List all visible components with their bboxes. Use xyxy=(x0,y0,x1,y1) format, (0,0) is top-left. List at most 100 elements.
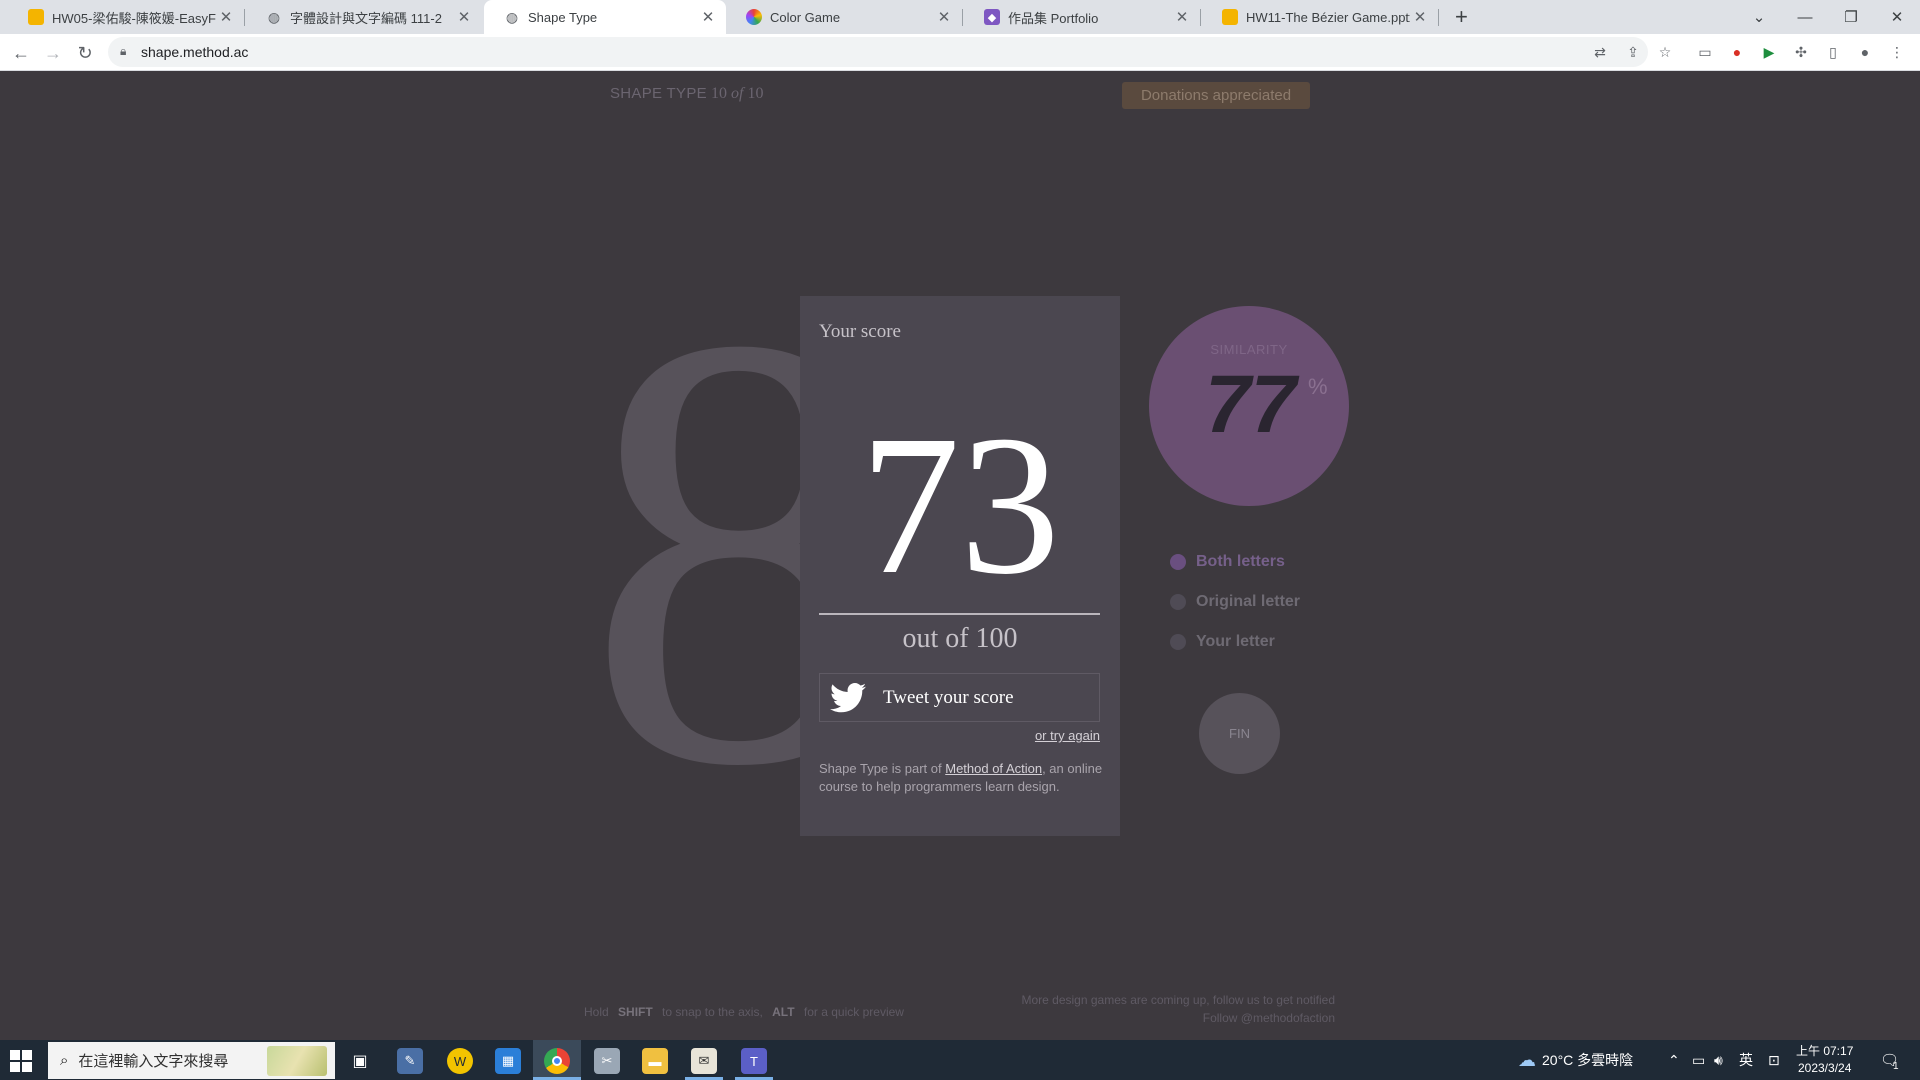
radio-dot xyxy=(1170,594,1186,610)
input-method-icon[interactable]: ⊡ xyxy=(1768,1040,1780,1080)
chrome-app-icon[interactable] xyxy=(544,1048,570,1074)
view-option-original[interactable]: Original letter xyxy=(1170,592,1300,612)
globe-icon: ◍ xyxy=(267,8,281,25)
line-app-icon[interactable]: ✉ xyxy=(691,1048,717,1074)
slides-icon xyxy=(28,9,44,25)
share-icon[interactable]: ⇪ xyxy=(1623,42,1643,62)
radio-dot xyxy=(1170,634,1186,650)
ime-indicator[interactable]: 英 xyxy=(1739,1040,1753,1080)
twitter-bird-icon xyxy=(825,675,871,721)
tab-title: HW11-The Bézier Game.pptx - xyxy=(1246,9,1410,25)
tab-search-icon[interactable]: ⌄ xyxy=(1736,0,1782,34)
new-tab-button[interactable]: + xyxy=(1455,4,1468,30)
reload-icon[interactable]: ↻ xyxy=(71,39,99,67)
file-explorer-icon[interactable]: ▬ xyxy=(642,1048,668,1074)
tab-color-game[interactable]: Color Game ✕ xyxy=(726,0,963,34)
extensions-puzzle-icon[interactable]: ✣ xyxy=(1791,42,1811,62)
slides-icon xyxy=(1222,9,1238,25)
paint-app-icon[interactable]: ✎ xyxy=(397,1048,423,1074)
view-option-both[interactable]: Both letters xyxy=(1170,552,1285,572)
weather-widget[interactable]: ☁ 20°C 多雲時陰 xyxy=(1518,1040,1633,1080)
game-title: SHAPE TYPE xyxy=(610,85,707,102)
url-text[interactable]: shape.method.ac xyxy=(141,44,248,60)
taskbar: ⌕ 在這裡輸入文字來搜尋 ▣ ✎ W ▦ ✂ ▬ ✉ T ☁ 20°C 多雲時陰… xyxy=(0,1040,1920,1080)
option-label: Both letters xyxy=(1196,553,1285,570)
extension-chat-icon[interactable]: ▭ xyxy=(1695,42,1715,62)
tab-strip: HW05-梁佑駿-陳筱媛-EasyFont ✕ ◍ 字體設計與文字編碼 111-… xyxy=(0,0,1920,34)
tab-title: 字體設計與文字編碼 111-2 xyxy=(290,10,442,26)
search-placeholder: 在這裡輸入文字來搜尋 xyxy=(78,1053,229,1070)
score-card: Your score 73 out of 100 Tweet your scor… xyxy=(800,296,1120,836)
similarity-unit: % xyxy=(1308,374,1328,399)
teams-app-icon[interactable]: T xyxy=(741,1048,767,1074)
profile-avatar-icon[interactable]: ● xyxy=(1855,42,1875,62)
close-icon[interactable]: ✕ xyxy=(216,8,236,26)
clock-date: 2023/3/24 xyxy=(1797,1061,1852,1075)
progress-of: of xyxy=(731,85,744,102)
tab-title: Shape Type xyxy=(528,9,598,25)
taskbar-search[interactable]: ⌕ 在這裡輸入文字來搜尋 xyxy=(48,1042,335,1079)
keyboard-hint: Hold SHIFT to snap to the axis, ALT for … xyxy=(584,1005,904,1019)
color-wheel-icon xyxy=(746,9,762,25)
back-arrow-icon[interactable]: ← xyxy=(7,39,35,67)
notification-icon[interactable]: 🗨︎ 1 xyxy=(1880,1040,1899,1080)
tab-title: HW05-梁佑駿-陳筱媛-EasyFont xyxy=(52,10,216,26)
portfolio-icon: ◆ xyxy=(984,9,1000,25)
snip-app-icon[interactable]: ✂ xyxy=(594,1048,620,1074)
try-again-link[interactable]: or try again xyxy=(1035,728,1100,743)
extension-send-icon[interactable]: ▶ xyxy=(1759,42,1779,62)
bookmark-star-icon[interactable]: ☆ xyxy=(1655,42,1675,62)
globe-icon: ◍ xyxy=(505,8,519,25)
similarity-value: 77 xyxy=(1205,359,1297,450)
method-of-action-link[interactable]: Method of Action xyxy=(945,761,1042,776)
menu-kebab-icon[interactable]: ⋮ xyxy=(1887,42,1907,62)
clock[interactable]: 上午 07:17 2023/3/24 xyxy=(1796,1043,1853,1077)
view-option-yours[interactable]: Your letter xyxy=(1170,632,1275,652)
address-bar[interactable]: 🔒︎ shape.method.ac xyxy=(108,37,1648,67)
follow-note: More design games are coming up, follow … xyxy=(1021,993,1335,1027)
tab-bezier[interactable]: HW11-The Bézier Game.pptx - ✕ xyxy=(1202,0,1439,34)
tab-font-course[interactable]: ◍ 字體設計與文字編碼 111-2 ✕ xyxy=(246,0,482,34)
game-page: SHAPE TYPE 10 of 10 Donations appreciate… xyxy=(0,71,1920,1040)
tab-title: 作品集 Portfolio xyxy=(1008,10,1099,26)
translate-icon[interactable]: ⇄ xyxy=(1590,42,1610,62)
tweet-label: Tweet your score xyxy=(883,686,1014,708)
tab-portfolio[interactable]: ◆ 作品集 Portfolio ✕ xyxy=(964,0,1201,34)
search-highlight-image xyxy=(267,1045,327,1076)
divider xyxy=(819,613,1100,615)
lock-icon: 🔒︎ xyxy=(120,44,127,58)
tweet-score-button[interactable]: Tweet your score xyxy=(819,673,1100,722)
follow-link[interactable]: Follow @methodofaction xyxy=(1021,1009,1335,1027)
task-view-icon[interactable]: ▣ xyxy=(347,1048,373,1074)
tray-overflow-icon[interactable]: ⌃ xyxy=(1668,1040,1680,1080)
shift-key: SHIFT xyxy=(618,1005,653,1019)
restore-button[interactable]: ❐ xyxy=(1828,0,1874,34)
close-icon[interactable]: ✕ xyxy=(454,8,474,26)
score-out-of: out of 100 xyxy=(902,623,1018,654)
score-value: 73 xyxy=(860,395,1060,616)
radio-dot xyxy=(1170,554,1186,570)
network-icon[interactable]: ▭ xyxy=(1692,1040,1705,1080)
windows-start-icon[interactable] xyxy=(10,1050,32,1072)
close-icon[interactable]: ✕ xyxy=(934,8,954,26)
minimize-button[interactable]: — xyxy=(1782,0,1828,34)
weather-text: 20°C 多雲時陰 xyxy=(1542,1052,1634,1068)
fin-button[interactable]: FIN xyxy=(1199,693,1280,774)
score-heading: Your score xyxy=(819,321,901,342)
cloud-icon: ☁ xyxy=(1518,1049,1536,1070)
forward-arrow-icon[interactable]: → xyxy=(39,39,67,67)
extension-record-icon[interactable]: ● xyxy=(1727,42,1747,62)
option-label: Your letter xyxy=(1196,633,1275,650)
volume-icon[interactable]: 🔊︎ xyxy=(1714,1040,1723,1080)
store-app-icon[interactable]: ▦ xyxy=(495,1048,521,1074)
notification-count: 1 xyxy=(1893,1060,1899,1072)
close-icon[interactable]: ✕ xyxy=(698,8,718,26)
tab-hw05[interactable]: HW05-梁佑駿-陳筱媛-EasyFont ✕ xyxy=(8,0,245,34)
close-window-button[interactable]: ✕ xyxy=(1874,0,1920,34)
tab-shape-type[interactable]: ◍ Shape Type ✕ xyxy=(484,0,726,34)
donate-button[interactable]: Donations appreciated xyxy=(1122,82,1310,109)
side-panel-icon[interactable]: ▯ xyxy=(1823,42,1843,62)
office-app-icon[interactable]: W xyxy=(447,1048,473,1074)
close-icon[interactable]: ✕ xyxy=(1172,8,1192,26)
close-icon[interactable]: ✕ xyxy=(1410,8,1430,26)
